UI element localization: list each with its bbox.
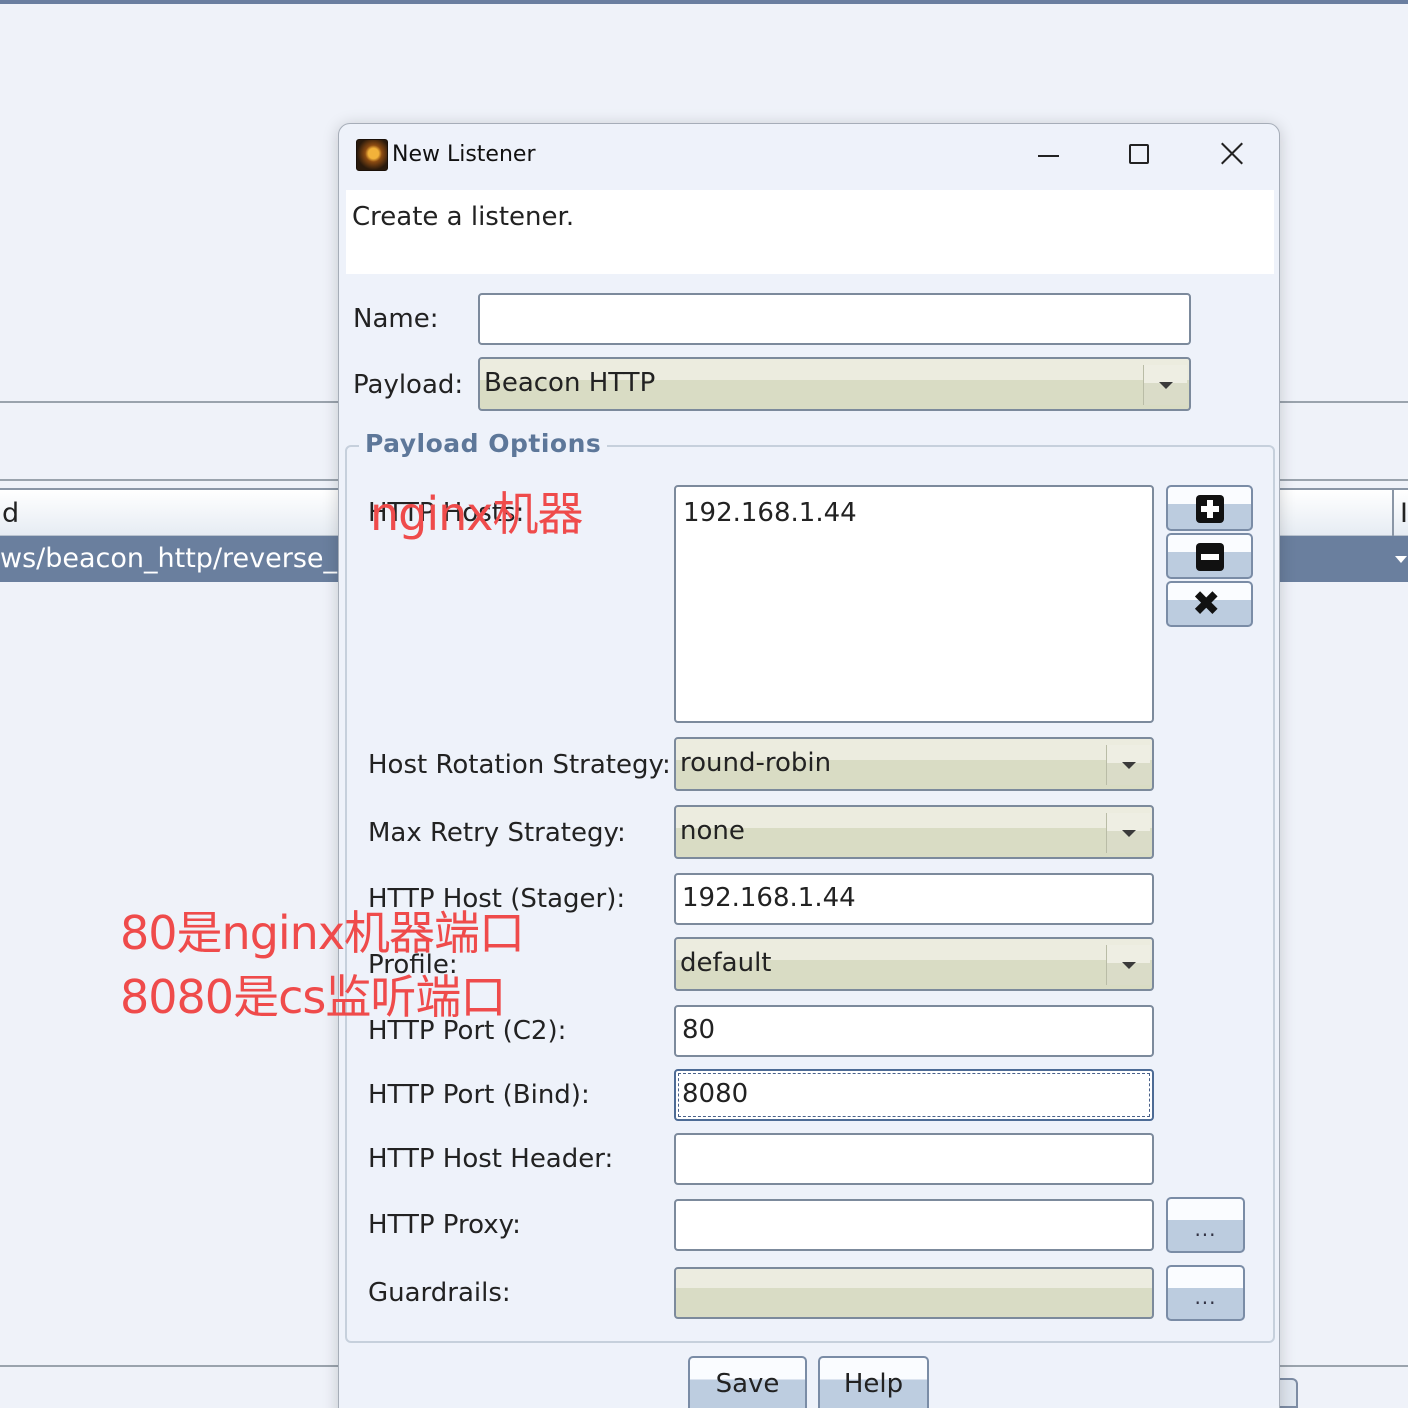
name-field[interactable] bbox=[478, 293, 1191, 345]
maximize-icon bbox=[1129, 144, 1149, 164]
help-button[interactable]: Help bbox=[818, 1356, 929, 1408]
description-panel: Create a listener. bbox=[346, 190, 1274, 274]
host-rotation-label: Host Rotation Strategy: bbox=[368, 750, 671, 780]
chevron-down-icon bbox=[1395, 556, 1407, 563]
annotation-nginx-machine: nginx机器 bbox=[370, 487, 584, 541]
payload-label: Payload: bbox=[353, 370, 464, 400]
profile-value: default bbox=[680, 948, 772, 978]
chevron-down-icon[interactable] bbox=[1106, 745, 1150, 785]
max-retry-label: Max Retry Strategy: bbox=[368, 818, 626, 848]
port-c2-field[interactable]: 80 bbox=[674, 1005, 1154, 1057]
stager-host-field[interactable]: 192.168.1.44 bbox=[674, 873, 1154, 925]
minimize-button[interactable] bbox=[1027, 136, 1071, 176]
chevron-down-icon[interactable] bbox=[1106, 813, 1150, 853]
http-proxy-label: HTTP Proxy: bbox=[368, 1210, 521, 1240]
remove-host-button[interactable] bbox=[1166, 533, 1253, 579]
dialog-description: Create a listener. bbox=[352, 202, 575, 232]
background-button[interactable] bbox=[1280, 1378, 1298, 1408]
payload-select[interactable]: Beacon HTTP bbox=[478, 357, 1191, 411]
minus-icon bbox=[1196, 543, 1224, 571]
guardrails-field[interactable] bbox=[674, 1267, 1154, 1319]
table-cell-payload: ws/beacon_http/reverse_http bbox=[0, 543, 393, 574]
host-rotation-select[interactable]: round-robin bbox=[674, 737, 1154, 791]
clear-hosts-button[interactable]: ✖ bbox=[1166, 581, 1253, 627]
table-header-cell[interactable]: I bbox=[1400, 498, 1408, 529]
table-header-cell[interactable]: d bbox=[2, 498, 19, 529]
maximize-button[interactable] bbox=[1117, 136, 1161, 176]
x-icon: ✖ bbox=[1192, 584, 1221, 624]
chevron-down-icon[interactable] bbox=[1106, 945, 1150, 985]
http-proxy-field[interactable] bbox=[674, 1199, 1154, 1251]
minimize-icon bbox=[1038, 155, 1059, 157]
guardrails-browse-button[interactable]: ... bbox=[1166, 1265, 1245, 1321]
app-logo-icon bbox=[356, 139, 388, 171]
max-retry-value: none bbox=[680, 816, 745, 846]
http-hosts-list[interactable]: 192.168.1.44 bbox=[674, 485, 1154, 723]
annotation-port-note-1: 80是nginx机器端口 bbox=[120, 906, 525, 960]
save-button[interactable]: Save bbox=[688, 1356, 807, 1408]
dialog-title: New Listener bbox=[392, 142, 536, 167]
profile-select[interactable]: default bbox=[674, 937, 1154, 991]
host-rotation-value: round-robin bbox=[680, 748, 832, 778]
add-host-button[interactable] bbox=[1166, 485, 1253, 531]
name-label: Name: bbox=[353, 304, 439, 334]
app-top-border bbox=[0, 0, 1408, 4]
host-header-label: HTTP Host Header: bbox=[368, 1144, 614, 1174]
dialog-titlebar[interactable]: New Listener bbox=[339, 124, 1279, 188]
close-button[interactable] bbox=[1210, 136, 1254, 176]
annotation-port-note-2: 8080是cs监听端口 bbox=[120, 970, 506, 1024]
host-header-field[interactable] bbox=[674, 1133, 1154, 1185]
table-column-separator bbox=[1392, 490, 1394, 536]
port-bind-field[interactable]: 8080 bbox=[674, 1069, 1154, 1121]
plus-icon bbox=[1196, 495, 1224, 523]
http-proxy-browse-button[interactable]: ... bbox=[1166, 1197, 1245, 1253]
payload-select-value: Beacon HTTP bbox=[484, 368, 656, 398]
port-bind-label: HTTP Port (Bind): bbox=[368, 1080, 590, 1110]
guardrails-label: Guardrails: bbox=[368, 1278, 511, 1308]
max-retry-select[interactable]: none bbox=[674, 805, 1154, 859]
payload-options-legend: Payload Options bbox=[359, 429, 608, 458]
new-listener-dialog: New Listener Create a listener. Name: Pa… bbox=[338, 123, 1280, 1408]
chevron-down-icon[interactable] bbox=[1143, 365, 1187, 405]
list-item[interactable]: 192.168.1.44 bbox=[683, 498, 857, 528]
